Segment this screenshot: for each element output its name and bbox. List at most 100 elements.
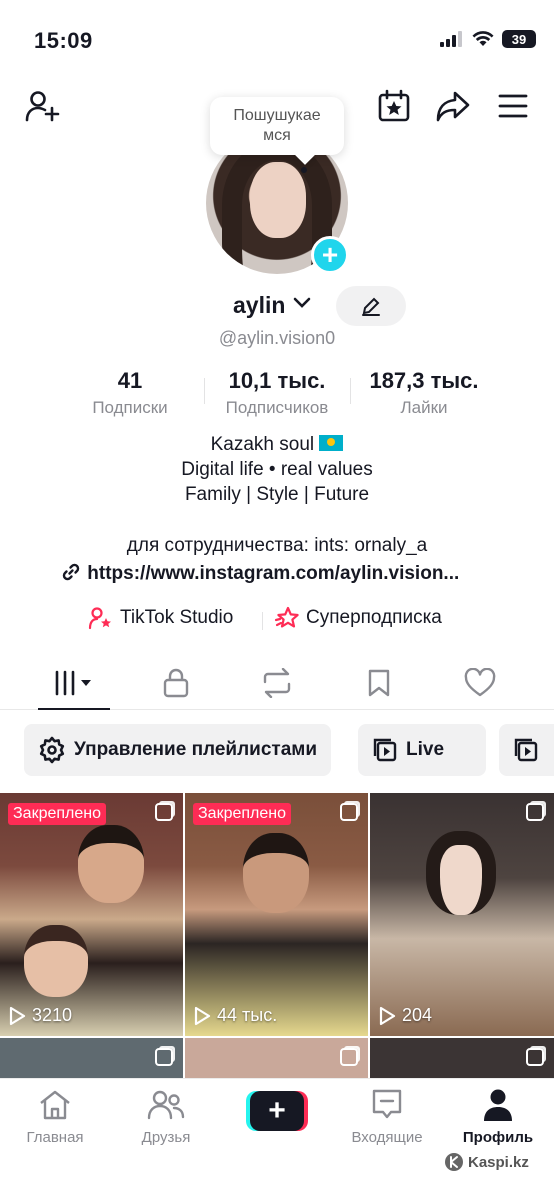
playlist-play-icon: [514, 738, 538, 762]
heart-icon: [464, 668, 496, 697]
tiktok-studio-label: TikTok Studio: [120, 607, 234, 628]
share-arrow-icon[interactable]: [433, 86, 473, 126]
thumbnail-figure: [426, 831, 496, 915]
friends-icon: [147, 1090, 185, 1120]
stat-following-value: 41: [117, 368, 143, 393]
kazakhstan-flag-icon: [319, 435, 344, 451]
live-playlist-button[interactable]: Live: [358, 724, 486, 776]
video-thumbnail[interactable]: Закреплено 3210: [0, 793, 183, 1036]
nav-friends[interactable]: Друзья: [116, 1087, 216, 1146]
nav-inbox-label: Входящие: [351, 1129, 423, 1146]
bookmark-icon: [368, 669, 390, 697]
play-outline-icon: [379, 1006, 396, 1025]
add-story-plus-icon[interactable]: +: [311, 236, 349, 274]
pencil-icon: [362, 297, 380, 316]
stat-followers-value: 10,1 тыс.: [228, 368, 326, 393]
stat-followers-label: Подписчиков: [225, 398, 329, 417]
create-button[interactable]: +: [246, 1091, 308, 1131]
play-outline-icon: [9, 1006, 26, 1025]
content-tabs: [0, 656, 554, 710]
nav-inbox[interactable]: Входящие: [337, 1087, 437, 1146]
status-time: 15:09: [34, 28, 93, 53]
contact-text: для сотрудничества: ints: ornaly_a: [126, 535, 428, 556]
bottom-nav: Главная Друзья + Входящие Профиль: [0, 1078, 554, 1200]
reposts-tab[interactable]: [246, 656, 308, 710]
kaspi-logo-icon: [445, 1153, 463, 1171]
signal-icon: [440, 31, 462, 47]
bio-line: Kazakh soul: [0, 432, 554, 457]
hamburger-menu-icon[interactable]: [493, 86, 533, 126]
active-tab-underline: [38, 708, 110, 710]
private-tab[interactable]: [145, 656, 207, 710]
chat-tooltip[interactable]: Пошушукае мся: [210, 97, 344, 155]
stat-likes-value: 187,3 тыс.: [369, 368, 479, 393]
stat-divider: [350, 378, 351, 404]
super-subscription-label: Суперподписка: [306, 607, 442, 628]
profile-handle: @aylin.vision0: [218, 328, 336, 348]
stat-likes-label: Лайки: [400, 398, 448, 417]
video-thumbnail[interactable]: Закреплено 44 тыс.: [185, 793, 368, 1036]
stat-followers[interactable]: 10,1 тыс. Подписчиков: [212, 368, 342, 418]
status-icons: 39: [440, 30, 536, 48]
video-thumbnail[interactable]: [370, 1038, 554, 1078]
pill-divider: [262, 612, 263, 630]
multi-photo-icon: [155, 803, 173, 821]
profile-link[interactable]: https://www.instagram.com/aylin.vision..…: [60, 562, 500, 585]
person-plus-icon[interactable]: [22, 86, 62, 126]
chevron-down-icon[interactable]: [292, 296, 312, 310]
video-thumbnail[interactable]: 204: [370, 793, 554, 1036]
liked-tab[interactable]: [449, 656, 511, 710]
username[interactable]: aylin: [233, 292, 285, 319]
nav-home[interactable]: Главная: [5, 1087, 105, 1146]
nav-profile-label: Профиль: [462, 1129, 534, 1146]
multi-photo-icon: [526, 803, 544, 821]
avatar-face: [250, 162, 306, 238]
nav-home-label: Главная: [26, 1129, 84, 1146]
thumbnail-figure: [78, 825, 144, 903]
tooltip-text: Пошушукае мся: [233, 107, 321, 144]
profile-bio: Kazakh soul Digital life • real values F…: [0, 432, 554, 507]
profile-icon: [484, 1089, 512, 1121]
super-subscription-link[interactable]: Суперподписка: [274, 606, 442, 630]
plus-icon: +: [250, 1091, 304, 1131]
wifi-icon: [472, 31, 494, 46]
video-grid: Закреплено 3210 Закреплено 44 тыс. 204: [0, 793, 554, 1078]
multi-photo-icon: [340, 1048, 358, 1066]
watermark: Kaspi.kz: [444, 1152, 529, 1172]
view-count: 44 тыс.: [193, 1005, 277, 1026]
online-dot: [301, 167, 307, 173]
calendar-star-icon[interactable]: [374, 86, 414, 126]
profile-link-text[interactable]: https://www.instagram.com/aylin.vision..…: [87, 563, 459, 584]
more-playlist-button[interactable]: [499, 724, 554, 776]
repost-icon: [263, 668, 291, 698]
battery-indicator: 39: [502, 30, 536, 48]
videos-tab[interactable]: [38, 656, 110, 710]
thumbnail-figure: [24, 925, 88, 997]
multi-photo-icon: [155, 1048, 173, 1066]
creator-tools-row: TikTok Studio Суперподписка: [0, 606, 554, 636]
pinned-badge: Закреплено: [8, 803, 106, 825]
nav-friends-label: Друзья: [141, 1129, 191, 1146]
inbox-icon: [372, 1089, 402, 1119]
edit-profile-button[interactable]: [336, 286, 406, 326]
view-count: 204: [378, 1005, 432, 1026]
manage-playlists-label: Управление плейлистами: [74, 739, 318, 760]
username-row[interactable]: aylin: [0, 292, 554, 324]
nav-profile[interactable]: Профиль: [448, 1087, 548, 1146]
link-icon: [62, 563, 80, 581]
tiktok-studio-link[interactable]: TikTok Studio: [88, 606, 233, 630]
thumbnail-figure: [243, 833, 309, 913]
play-outline-icon: [194, 1006, 211, 1025]
bio-line: Family | Style | Future: [184, 484, 370, 505]
stat-following-label: Подписки: [92, 398, 168, 417]
manage-playlists-button[interactable]: Управление плейлистами: [24, 724, 332, 776]
video-thumbnail[interactable]: [185, 1038, 368, 1078]
playlist-chips: Управление плейлистами Live: [0, 724, 554, 778]
saved-tab[interactable]: [348, 656, 410, 710]
video-thumbnail[interactable]: [0, 1038, 183, 1078]
stat-following[interactable]: 41 Подписки: [80, 368, 180, 418]
home-icon: [40, 1090, 70, 1120]
stat-likes[interactable]: 187,3 тыс. Лайки: [356, 368, 492, 418]
multi-photo-icon: [340, 803, 358, 821]
live-label: Live: [406, 739, 445, 760]
